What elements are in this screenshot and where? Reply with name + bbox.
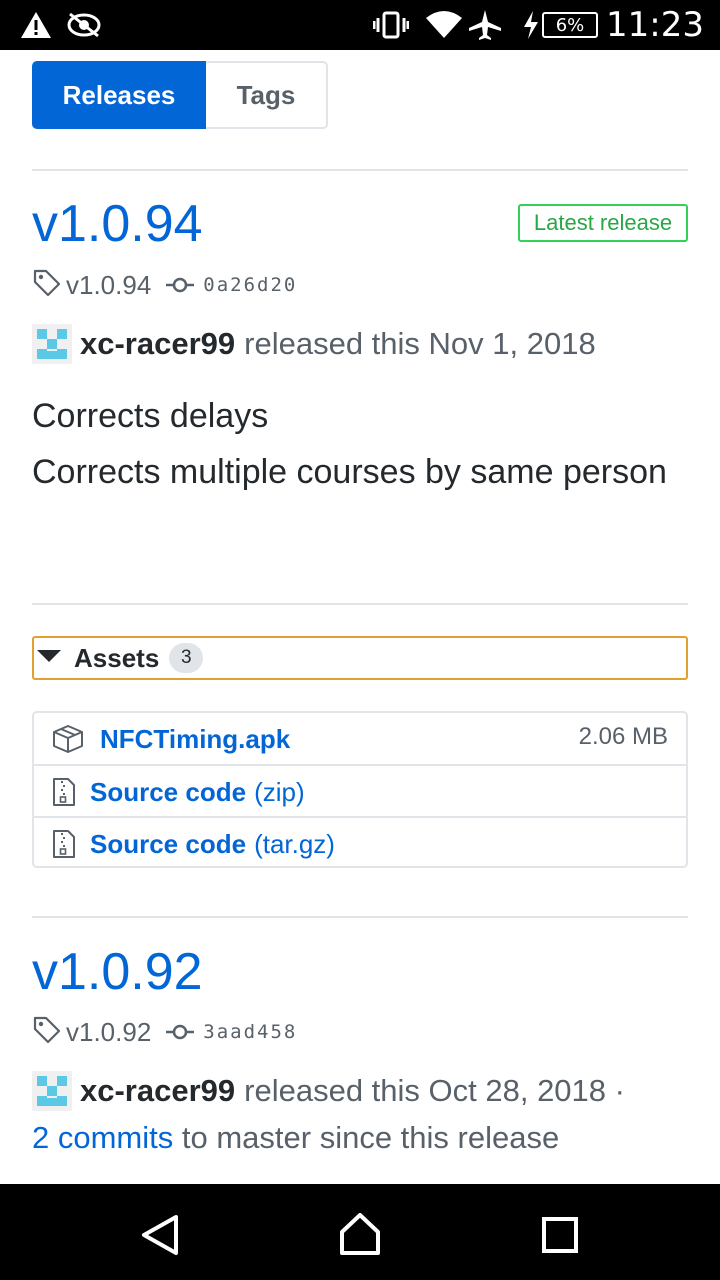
caret-down-icon [36,648,62,669]
release-notes: Corrects delays Corrects multiple course… [32,388,688,500]
back-icon[interactable] [140,1214,180,1261]
latest-release-badge: Latest release [518,204,688,242]
commit-link[interactable]: 0a26d20 [203,274,297,296]
release-author-row: xc-racer99 released this Nov 1, 2018 [32,324,596,364]
author-link[interactable]: xc-racer99 [80,1073,235,1109]
asset-row-apk[interactable]: NFCTiming.apk 2.06 MB [34,713,686,765]
avatar[interactable] [32,324,72,364]
eye-icon [66,0,102,50]
asset-format[interactable]: (tar.gz) [254,829,335,860]
avatar[interactable] [32,1071,72,1111]
asset-format[interactable]: (zip) [254,777,305,808]
file-zip-icon [52,829,76,859]
author-link[interactable]: xc-racer99 [80,326,235,362]
tag-icon [32,268,62,303]
tag-icon [32,1015,62,1050]
package-icon [52,724,84,754]
release-title[interactable]: v1.0.94 [32,198,203,250]
charging-icon [522,0,540,50]
release-date-text: released this Nov 1, 2018 [244,326,596,361]
commits-text: to master since this release [181,1120,560,1155]
recents-icon[interactable] [542,1217,578,1258]
file-zip-icon [52,777,76,807]
asset-list: NFCTiming.apk 2.06 MB Source code (zip) … [32,711,688,868]
release-author-row: xc-racer99 released this Oct 28, 2018 · [32,1071,625,1111]
release-meta: v1.0.92 3aad458 [32,1015,297,1049]
home-icon[interactable] [338,1212,382,1261]
commit-icon [165,275,195,295]
release-date-text: released this Oct 28, 2018 · [244,1073,625,1108]
release-note-line: Corrects multiple courses by same person [32,453,667,491]
asset-size: 2.06 MB [578,723,668,750]
commit-link[interactable]: 3aad458 [203,1021,297,1043]
divider [32,603,688,605]
release-meta: v1.0.94 0a26d20 [32,268,297,302]
status-bar: 6% 11:23 [0,0,720,50]
battery-icon: 6% [542,12,598,38]
airplane-icon [468,0,502,50]
release-tabs: Releases Tags [32,61,328,129]
assets-label: Assets [74,642,160,673]
tag-link[interactable]: v1.0.92 [66,1017,151,1048]
asset-row-source-zip[interactable]: Source code (zip) [34,766,686,818]
release-title[interactable]: v1.0.92 [32,946,203,998]
battery-level: 6% [555,14,585,36]
asset-link[interactable]: Source code [90,829,246,860]
navigation-bar [0,1184,720,1280]
wifi-icon [425,0,463,50]
commit-icon [165,1022,195,1042]
clock: 11:23 [606,5,704,45]
tab-tags[interactable]: Tags [206,61,328,129]
warning-icon [20,0,52,50]
assets-toggle[interactable]: Assets 3 [32,636,688,680]
commits-link[interactable]: 2 commits [32,1120,173,1155]
commits-since-row: 2 commits to master since this release [32,1120,559,1156]
tag-link[interactable]: v1.0.94 [66,270,151,301]
release-note-line: Corrects delays [32,397,269,435]
asset-row-source-targz[interactable]: Source code (tar.gz) [34,818,686,870]
tab-releases[interactable]: Releases [32,61,206,129]
asset-link[interactable]: Source code [90,777,246,808]
vibrate-icon [373,0,409,50]
assets-count-badge: 3 [169,643,204,673]
divider [32,916,688,918]
asset-link[interactable]: NFCTiming.apk [100,724,290,755]
divider [32,169,688,171]
